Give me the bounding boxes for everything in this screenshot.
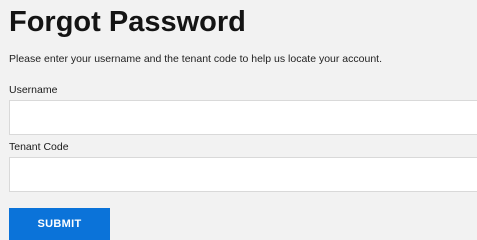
submit-button[interactable]: SUBMIT (9, 208, 110, 240)
page-title: Forgot Password (9, 6, 246, 38)
username-input[interactable] (9, 100, 477, 135)
forgot-password-form: Forgot Password Please enter your userna… (0, 0, 477, 240)
tenant-code-label: Tenant Code (9, 141, 69, 153)
username-label: Username (9, 84, 58, 96)
instructions-text: Please enter your username and the tenan… (9, 53, 382, 65)
tenant-code-input[interactable] (9, 157, 477, 192)
